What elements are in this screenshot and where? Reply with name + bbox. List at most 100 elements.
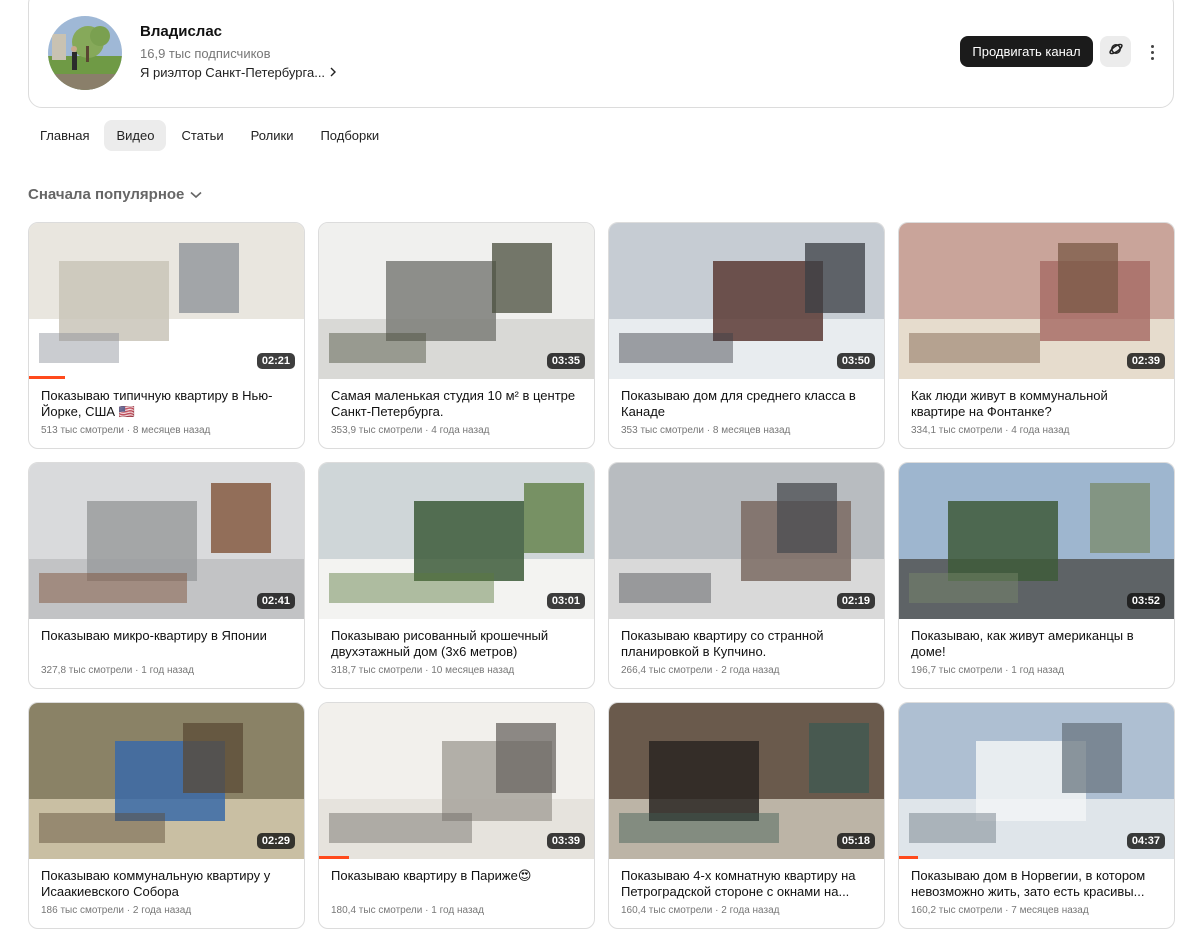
video-info: Показываю квартиру в Париже😍 180,4 тыс см… <box>319 859 594 916</box>
video-card[interactable]: 04:37 Показываю дом в Норвегии, в котором… <box>898 702 1175 929</box>
video-info: Показываю, как живут американцы в доме! 1… <box>899 619 1174 676</box>
video-thumbnail[interactable]: 02:21 <box>29 223 304 379</box>
video-card[interactable]: 02:29 Показываю коммунальную квартиру у И… <box>28 702 305 929</box>
channel-description[interactable]: Я риэлтор Санкт-Петербурга... <box>140 65 337 80</box>
tab-shorts[interactable]: Ролики <box>239 120 306 151</box>
video-title[interactable]: Показываю дом в Норвегии, в котором нево… <box>911 868 1162 900</box>
meta-separator: · <box>704 425 713 436</box>
video-meta: 196,7 тыс смотрели · 1 год назад <box>911 665 1162 676</box>
video-meta: 353 тыс смотрели · 8 месяцев назад <box>621 425 872 436</box>
video-info: Показываю коммунальную квартиру у Исааки… <box>29 859 304 916</box>
video-duration: 03:35 <box>546 353 585 369</box>
video-duration: 03:50 <box>836 353 875 369</box>
video-meta: 327,8 тыс смотрели · 1 год назад <box>41 665 292 676</box>
video-meta: 160,2 тыс смотрели · 7 месяцев назад <box>911 905 1162 916</box>
video-card[interactable]: 02:41 Показываю микро-квартиру в Японии 32… <box>28 462 305 689</box>
video-meta: 186 тыс смотрели · 2 года назад <box>41 905 292 916</box>
video-age: 10 месяцев назад <box>431 665 515 676</box>
video-thumbnail[interactable]: 03:01 <box>319 463 594 619</box>
video-meta: 318,7 тыс смотрели · 10 месяцев назад <box>331 665 582 676</box>
video-card[interactable]: 02:19 Показываю квартиру со странной план… <box>608 462 885 689</box>
tab-articles[interactable]: Статьи <box>169 120 235 151</box>
meta-separator: · <box>124 425 133 436</box>
video-title[interactable]: Показываю дом для среднего класса в Кана… <box>621 388 872 420</box>
video-meta: 266,4 тыс смотрели · 2 года назад <box>621 665 872 676</box>
video-duration: 04:37 <box>1126 833 1165 849</box>
video-thumbnail[interactable]: 03:52 <box>899 463 1174 619</box>
video-thumbnail[interactable]: 02:19 <box>609 463 884 619</box>
video-views: 353,9 тыс смотрели <box>331 425 423 436</box>
meta-separator: · <box>422 665 432 676</box>
video-grid: 02:21 Показываю типичную квартиру в Нью-Й… <box>28 222 1175 929</box>
video-thumbnail[interactable]: 03:39 <box>319 703 594 859</box>
video-title[interactable]: Показываю коммунальную квартиру у Исааки… <box>41 868 292 900</box>
watch-progress-bar <box>319 856 350 859</box>
meta-separator: · <box>422 905 432 916</box>
channel-description-text: Я риэлтор Санкт-Петербурга... <box>140 65 326 80</box>
video-thumbnail[interactable]: 04:37 <box>899 703 1174 859</box>
video-title[interactable]: Показываю, как живут американцы в доме! <box>911 628 1162 660</box>
promote-channel-button[interactable]: Продвигать канал <box>960 36 1093 67</box>
video-views: 353 тыс смотрели <box>621 425 705 436</box>
video-thumbnail[interactable]: 03:50 <box>609 223 884 379</box>
video-thumbnail[interactable]: 02:29 <box>29 703 304 859</box>
video-thumbnail[interactable]: 05:18 <box>609 703 884 859</box>
more-vertical-icon[interactable] <box>1142 41 1162 63</box>
video-card[interactable]: 05:18 Показываю 4-х комнатную квартиру на… <box>608 702 885 929</box>
video-age: 2 года назад <box>132 905 192 916</box>
video-age: 1 год назад <box>431 905 484 916</box>
video-thumbnail[interactable]: 03:35 <box>319 223 594 379</box>
video-card[interactable]: 02:21 Показываю типичную квартиру в Нью-Й… <box>28 222 305 449</box>
video-duration: 02:39 <box>1126 353 1165 369</box>
video-thumbnail[interactable]: 02:39 <box>899 223 1174 379</box>
sort-dropdown[interactable]: Сначала популярное <box>28 186 202 203</box>
video-info: Как люди живут в коммунальной квартире н… <box>899 379 1174 436</box>
tab-home[interactable]: Главная <box>28 120 101 151</box>
video-duration: 03:39 <box>546 833 585 849</box>
video-title[interactable]: Показываю рисованный крошечный двухэтажн… <box>331 628 582 660</box>
video-age: 4 года назад <box>1011 425 1070 436</box>
video-meta: 513 тыс смотрели · 8 месяцев назад <box>41 425 292 436</box>
video-info: Показываю типичную квартиру в Нью-Йорке,… <box>29 379 304 436</box>
video-views: 318,7 тыс смотрели <box>331 665 423 676</box>
video-title[interactable]: Самая маленькая студия 10 м² в центре Са… <box>331 388 582 420</box>
video-card[interactable]: 03:52 Показываю, как живут американцы в д… <box>898 462 1175 689</box>
video-card[interactable]: 03:50 Показываю дом для среднего класса в… <box>608 222 885 449</box>
video-card[interactable]: 03:01 Показываю рисованный крошечный двух… <box>318 462 595 689</box>
video-age: 1 год назад <box>1011 665 1064 676</box>
video-age: 8 месяцев назад <box>712 425 791 436</box>
video-duration: 03:52 <box>1126 593 1165 609</box>
video-age: 2 года назад <box>721 905 780 916</box>
video-title[interactable]: Показываю квартиру в Париже😍 <box>331 868 582 900</box>
channel-header: Владислас 16,9 тыс подписчиков Я риэлтор… <box>28 0 1174 108</box>
video-title[interactable]: Показываю микро-квартиру в Японии <box>41 628 292 660</box>
channel-name[interactable]: Владислас <box>140 23 222 40</box>
video-card[interactable]: 03:39 Показываю квартиру в Париже😍 180,4 т… <box>318 702 595 929</box>
video-title[interactable]: Как люди живут в коммунальной квартире н… <box>911 388 1162 420</box>
watch-progress-bar <box>29 376 65 379</box>
video-views: 186 тыс смотрели <box>41 905 125 916</box>
meta-separator: · <box>1002 905 1012 916</box>
meta-separator: · <box>124 905 133 916</box>
meta-separator: · <box>712 665 722 676</box>
watch-progress-bar <box>899 856 919 859</box>
channel-avatar[interactable] <box>48 16 122 90</box>
video-duration: 03:01 <box>546 593 585 609</box>
video-card[interactable]: 02:39 Как люди живут в коммунальной кварт… <box>898 222 1175 449</box>
planet-button[interactable] <box>1100 36 1131 67</box>
video-thumbnail[interactable]: 02:41 <box>29 463 304 619</box>
video-card[interactable]: 03:35 Самая маленькая студия 10 м² в цент… <box>318 222 595 449</box>
chevron-right-icon <box>329 66 337 80</box>
tab-playlists[interactable]: Подборки <box>308 120 391 151</box>
video-title[interactable]: Показываю 4-х комнатную квартиру на Петр… <box>621 868 872 900</box>
meta-separator: · <box>132 665 142 676</box>
sort-label: Сначала популярное <box>28 186 185 203</box>
tab-video[interactable]: Видео <box>104 120 167 151</box>
video-duration: 02:19 <box>836 593 875 609</box>
video-info: Показываю квартиру со странной планировк… <box>609 619 884 676</box>
video-views: 180,4 тыс смотрели <box>331 905 423 916</box>
video-duration: 02:41 <box>256 593 295 609</box>
video-title[interactable]: Показываю квартиру со странной планировк… <box>621 628 872 660</box>
video-title[interactable]: Показываю типичную квартиру в Нью-Йорке,… <box>41 388 292 420</box>
meta-separator: · <box>422 425 432 436</box>
